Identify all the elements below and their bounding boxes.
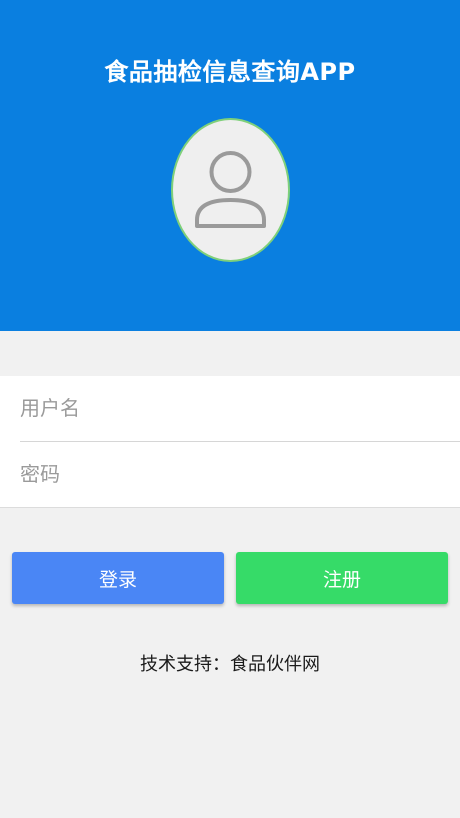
user-icon — [195, 151, 266, 228]
login-button[interactable]: 登录 — [12, 552, 224, 604]
password-input[interactable] — [20, 442, 460, 506]
username-input[interactable] — [20, 376, 460, 440]
app-header: 食品抽检信息查询APP — [0, 0, 460, 331]
app-title: 食品抽检信息查询APP — [104, 58, 356, 86]
avatar[interactable] — [171, 118, 290, 262]
register-button[interactable]: 注册 — [236, 552, 448, 604]
tech-support-text: 技术支持：食品伙伴网 — [140, 654, 320, 675]
login-form — [0, 376, 460, 508]
